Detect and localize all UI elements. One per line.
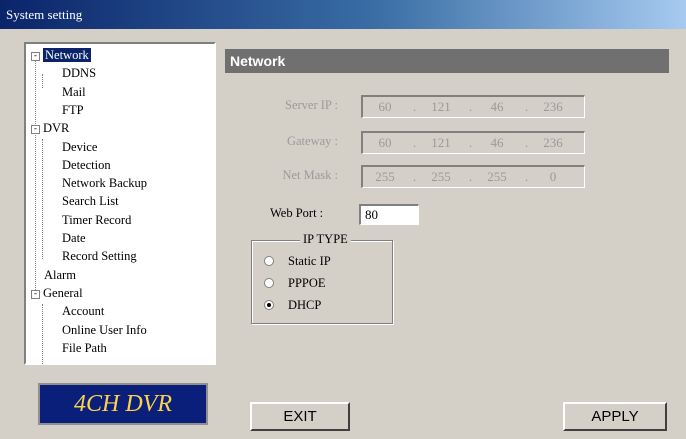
netmask-label: Net Mask : <box>282 168 338 182</box>
settings-tree[interactable]: - Network DDNS Mail FTP - DVR Device Detection Ne… <box>24 42 216 365</box>
ip-dot: . <box>413 135 417 150</box>
dvr-logo: 4CH DVR <box>38 383 208 425</box>
tree-item-label: General <box>43 285 83 300</box>
tree-item-label: Detection <box>62 157 111 172</box>
tree-item-label: DVR <box>43 121 70 136</box>
tree-item-label: Account <box>62 304 105 319</box>
server-ip-octet-1: 60 <box>378 99 392 114</box>
tree-item-network[interactable]: - Network <box>31 48 91 63</box>
gateway-octet-1: 60 <box>378 135 392 150</box>
tree-item-device[interactable]: Device <box>62 140 97 155</box>
tree-item-network-backup[interactable]: Network Backup <box>62 176 147 191</box>
netmask-octet-3: 255 <box>487 169 507 184</box>
netmask-octet-1: 255 <box>375 169 395 184</box>
tree-item-ftp[interactable]: FTP <box>62 103 84 118</box>
collapse-icon[interactable]: - <box>31 52 40 61</box>
tree-item-alarm[interactable]: Alarm <box>31 268 76 283</box>
exit-button[interactable]: EXIT <box>250 402 350 431</box>
ip-dot: . <box>413 169 417 184</box>
tree-item-label: Network <box>43 48 91 62</box>
server-ip-label: Server IP : <box>285 98 338 112</box>
gateway-octet-2: 121 <box>431 135 451 150</box>
collapse-icon[interactable]: - <box>31 125 40 135</box>
radio-label: Static IP <box>288 254 331 268</box>
gateway-field[interactable]: 60 . 121 . 46 . 236 <box>361 131 585 154</box>
server-ip-field[interactable]: 60 . 121 . 46 . 236 <box>361 95 585 118</box>
tree-item-account[interactable]: Account <box>62 304 104 319</box>
web-port-label: Web Port : <box>270 206 324 220</box>
panel-title: Network <box>225 49 669 73</box>
gateway-label: Gateway : <box>286 134 338 148</box>
server-ip-octet-2: 121 <box>431 99 451 114</box>
ip-dot: . <box>525 169 529 184</box>
tree-connector <box>35 58 36 298</box>
collapse-icon[interactable]: - <box>31 289 40 299</box>
ip-dot: . <box>469 135 473 150</box>
tree-item-file-path[interactable]: File Path <box>62 341 107 356</box>
tree-item-label: Online User Info <box>62 322 147 337</box>
tree-item-detection[interactable]: Detection <box>62 158 111 173</box>
tree-connector <box>42 304 43 364</box>
ip-dot: . <box>469 169 473 184</box>
netmask-octet-4: 0 <box>549 169 557 184</box>
tree-item-label: Network Backup <box>62 176 148 191</box>
tree-item-label: Mail <box>62 84 86 99</box>
tree-item-date[interactable]: Date <box>62 231 86 246</box>
gateway-octet-3: 46 <box>490 135 504 150</box>
tree-item-ddns[interactable]: DDNS <box>62 66 96 81</box>
tree-item-label: FTP <box>62 102 84 117</box>
tree-item-label: File Path <box>62 340 107 355</box>
netmask-octet-2: 255 <box>431 169 451 184</box>
ip-dot: . <box>525 99 529 114</box>
gateway-octet-4: 236 <box>543 135 563 150</box>
radio-button[interactable] <box>264 300 274 310</box>
tree-item-label: Timer Record <box>62 212 132 227</box>
tree-item-dvr[interactable]: - DVR <box>31 121 69 136</box>
tree-item-label: Search List <box>62 194 119 209</box>
tree-item-timer-record[interactable]: Timer Record <box>62 213 131 228</box>
tree-connector <box>42 74 43 88</box>
server-ip-octet-3: 46 <box>490 99 504 114</box>
tree-item-general[interactable]: - General <box>31 286 83 301</box>
system-setting-window: System setting - Network DDNS Mail FTP - DVR De… <box>0 0 686 439</box>
radio-label: PPPOE <box>288 276 326 290</box>
tree-item-online-user-info[interactable]: Online User Info <box>62 323 147 338</box>
ip-dot: . <box>525 135 529 150</box>
tree-item-label: Record Setting <box>62 249 137 264</box>
ip-dot: . <box>413 99 417 114</box>
tree-item-search-list[interactable]: Search List <box>62 194 119 209</box>
tree-item-label: Alarm <box>44 267 76 282</box>
radio-label: DHCP <box>288 298 322 312</box>
ip-dot: . <box>469 99 473 114</box>
web-port-input[interactable]: 80 <box>359 204 419 225</box>
radio-button[interactable] <box>264 278 274 288</box>
tree-connector <box>42 139 43 259</box>
apply-button[interactable]: APPLY <box>563 402 667 431</box>
tree-item-mail[interactable]: Mail <box>62 85 86 100</box>
server-ip-octet-4: 236 <box>543 99 563 114</box>
ip-type-title: IP TYPE <box>300 232 351 247</box>
window-title: System setting <box>0 0 686 29</box>
tree-item-record-setting[interactable]: Record Setting <box>62 249 137 264</box>
tree-item-label: Device <box>62 139 98 154</box>
radio-button[interactable] <box>264 256 274 266</box>
tree-item-label: Date <box>62 231 86 245</box>
tree-item-label: DDNS <box>62 66 97 81</box>
netmask-field[interactable]: 255 . 255 . 255 . 0 <box>361 165 585 188</box>
